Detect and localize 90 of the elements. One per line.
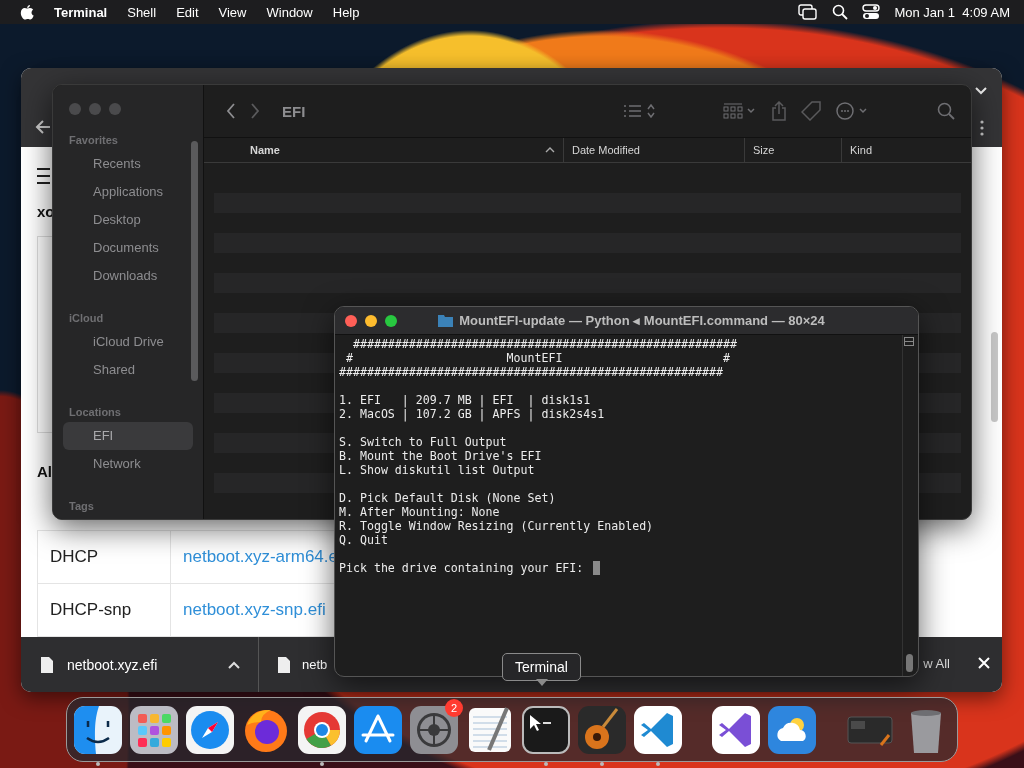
terminal-line: D. Pick Default Disk (None Set)	[339, 491, 556, 505]
terminal-line: 1. EFI | 209.7 MB | EFI | disk1s1	[339, 393, 591, 407]
app-menu[interactable]: Terminal	[54, 4, 108, 20]
terminal-line: Q. Quit	[339, 533, 388, 547]
ribbon-chevron-icon[interactable]	[711, 704, 761, 755]
scrollbar[interactable]	[191, 141, 198, 381]
file-link[interactable]: netboot.xyz-snp.efi	[183, 600, 326, 619]
sort-caret-icon	[545, 147, 555, 153]
back-arrow-icon[interactable]	[35, 119, 51, 135]
menu-item[interactable]: Edit	[176, 4, 199, 20]
terminal-line: M. After Mounting: None	[339, 505, 500, 519]
tricolor-ring-icon[interactable]	[297, 704, 347, 755]
gear-icon[interactable]	[409, 704, 459, 755]
windows-icon[interactable]	[798, 4, 819, 20]
column-header[interactable]: Kind	[841, 138, 971, 162]
column-header[interactable]: Size	[744, 138, 841, 162]
sidebar-heading: iCloud	[69, 312, 105, 324]
column-header[interactable]: Date Modified	[563, 138, 744, 162]
sidebar-item[interactable]: Network	[63, 450, 193, 478]
text-cursor	[593, 561, 601, 575]
scrollbar[interactable]	[991, 332, 998, 422]
terminal-prompt: Pick the drive containing your EFI:	[339, 561, 584, 575]
sidebar-item[interactable]: Recents	[63, 150, 193, 178]
zoom-button[interactable]	[385, 314, 397, 327]
app-grid-icon[interactable]	[129, 704, 179, 755]
section-heading: Al	[37, 463, 52, 480]
terminal-line: # MountEFI #	[344, 351, 730, 365]
file-icon	[41, 656, 53, 673]
grid-view-icon[interactable]	[723, 103, 757, 119]
guitar-icon[interactable]	[577, 704, 627, 755]
apple-logo-icon[interactable]	[20, 4, 34, 20]
tag-icon[interactable]	[801, 101, 821, 121]
folder-icon	[438, 314, 454, 327]
sidebar-heading: Tags	[69, 500, 95, 512]
notification-badge: 2	[445, 698, 463, 717]
menu-item[interactable]: Window	[266, 4, 313, 20]
download-name[interactable]: netboot.xyz.efi	[67, 656, 158, 673]
forward-chevron-icon[interactable]	[250, 103, 260, 119]
scrollbar[interactable]	[906, 654, 913, 672]
terminal-line: #######################################################	[339, 365, 723, 379]
sidebar-item[interactable]: Downloads	[63, 262, 193, 290]
tooltip-arrow-icon	[536, 679, 548, 686]
toggles-icon[interactable]	[862, 4, 881, 20]
column-header[interactable]: Name	[204, 138, 563, 162]
show-all-link[interactable]: w All	[923, 656, 950, 671]
sidebar-item[interactable]: Shared	[63, 356, 193, 384]
terminal-line: S. Switch to Full Output	[339, 435, 507, 449]
sidebar-item[interactable]: Applications	[63, 178, 193, 206]
terminal-line: R. Toggle Window Resizing (Currently Enabled)	[339, 519, 654, 533]
download-name[interactable]: netb	[302, 657, 328, 672]
window-title: EFI	[282, 102, 306, 120]
menu-item[interactable]: Shell	[127, 4, 157, 20]
search-icon[interactable]	[832, 4, 849, 20]
sidebar-item[interactable]: Documents	[63, 234, 193, 262]
sidebar-item[interactable]: iCloud Drive	[63, 328, 193, 356]
caret-up-icon[interactable]	[228, 660, 240, 669]
file-icon	[278, 656, 290, 673]
menu-icon[interactable]	[37, 167, 50, 185]
back-chevron-icon[interactable]	[226, 103, 236, 119]
sidebar-heading: Locations	[69, 406, 122, 418]
table-cell: DHCP	[37, 530, 171, 584]
terminal-line: B. Mount the Boot Drive's EFI	[339, 449, 542, 463]
terminal-line: 2. MacOS | 107.2 GB | APFS | disk2s4s1	[339, 407, 605, 421]
file-link[interactable]: netboot.xyz-arm64.e	[183, 547, 338, 566]
window-title: MountEFI-update — Python ◂ MountEFI.command — 80×24	[459, 313, 825, 328]
share-icon[interactable]	[771, 101, 787, 121]
terminal-line: L. Show diskutil list Output	[339, 463, 535, 477]
list-view-icon[interactable]	[623, 103, 655, 119]
letter-a-icon[interactable]	[353, 704, 403, 755]
chevron-down-icon[interactable]	[974, 86, 988, 96]
menu-item[interactable]: View	[218, 4, 247, 20]
menu-item[interactable]: Help	[332, 4, 360, 20]
table-cell: DHCP-snp	[37, 583, 171, 637]
sidebar-heading: Favorites	[69, 134, 119, 146]
clock: Mon Jan 1 4:09 AM	[894, 4, 1010, 20]
minimize-button[interactable]	[365, 314, 377, 327]
ribbon-chevron-icon[interactable]	[633, 704, 683, 755]
smiling-face-icon[interactable]	[73, 704, 123, 755]
tooltip: Terminal	[502, 653, 581, 681]
terminal-line: #######################################################	[351, 337, 737, 351]
terminal-icon[interactable]	[521, 704, 571, 755]
close-icon[interactable]	[978, 657, 990, 669]
sidebar-item[interactable]: Desktop	[63, 206, 193, 234]
kebab-menu-icon[interactable]	[980, 120, 984, 136]
more-icon[interactable]	[835, 101, 869, 121]
close-window-button[interactable]	[345, 314, 357, 327]
split-pane-icon[interactable]	[904, 337, 914, 346]
sidebar-item[interactable]: EFI	[63, 422, 193, 450]
cloud-icon[interactable]	[767, 704, 817, 755]
compass-icon[interactable]	[185, 704, 235, 755]
